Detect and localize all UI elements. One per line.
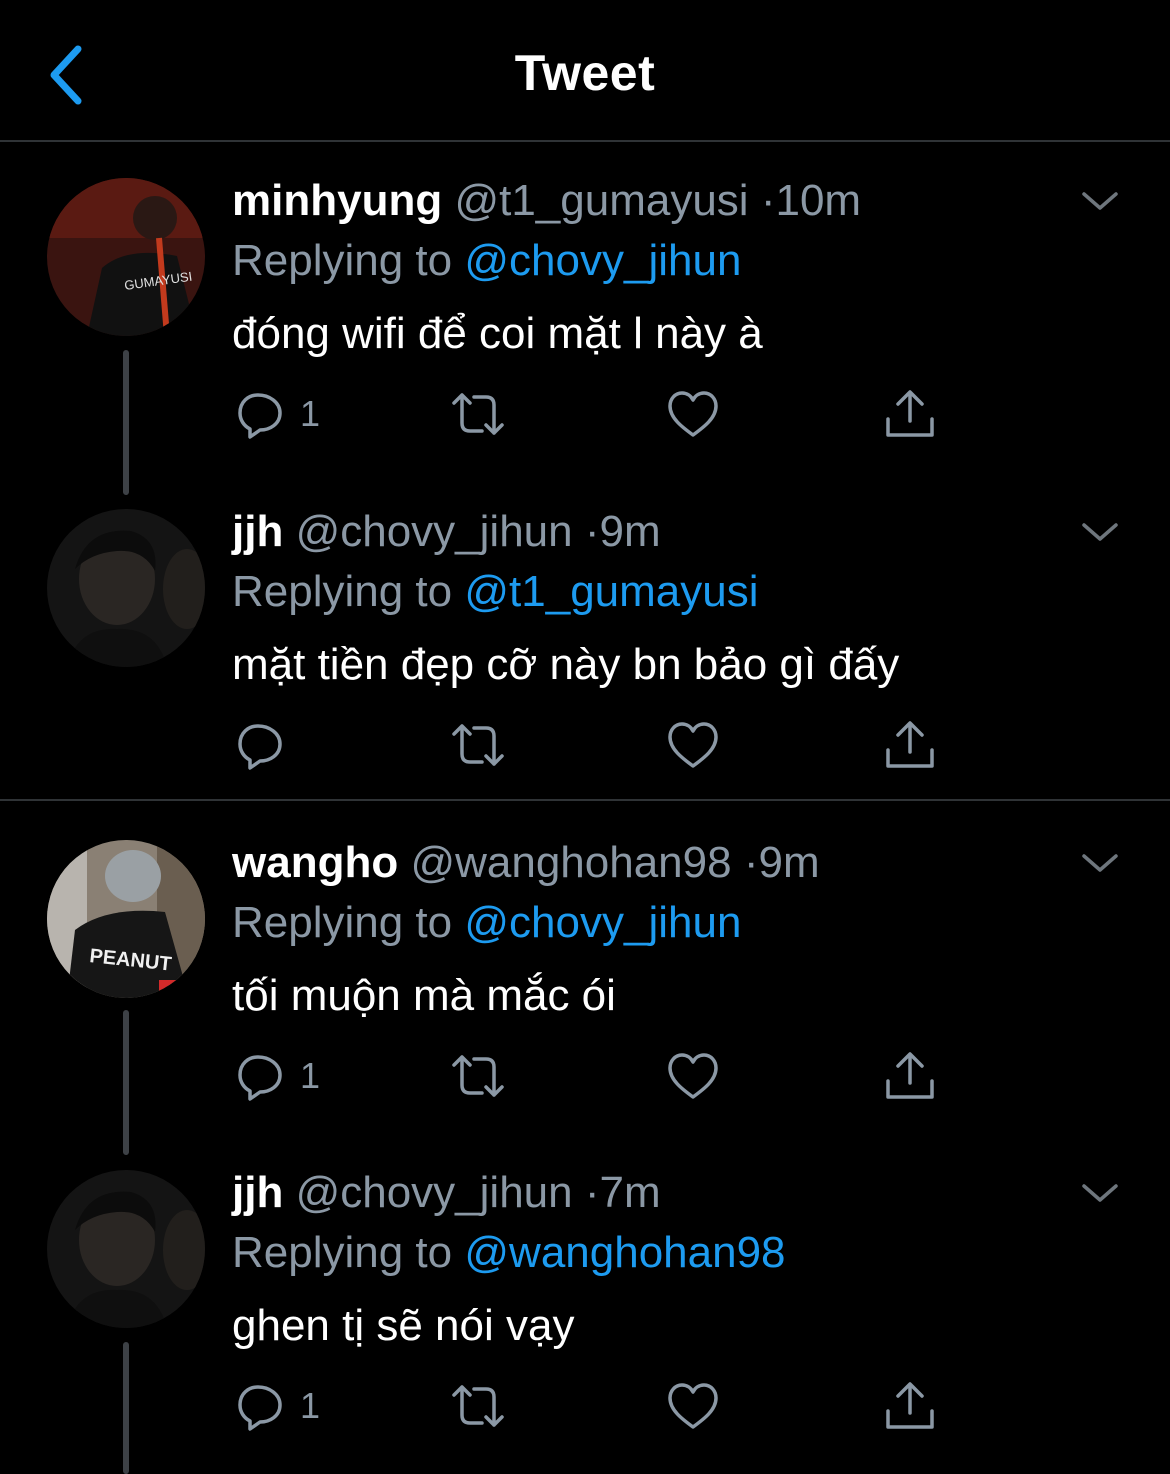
replying-to-label: Replying to: [232, 1228, 453, 1277]
mention-link[interactable]: @t1_gumayusi: [464, 567, 758, 616]
replying-to: Replying to @chovy_jihun: [232, 236, 741, 286]
display-name[interactable]: jjh: [232, 1168, 283, 1217]
more-options-button[interactable]: [1080, 848, 1130, 884]
retweet-button[interactable]: [448, 386, 508, 442]
reply-button[interactable]: 1: [236, 386, 320, 442]
chevron-down-icon: [1082, 1184, 1118, 1202]
share-icon: [886, 390, 934, 437]
avatar[interactable]: GUMAYUSI: [47, 178, 205, 336]
separator-dot: ·: [584, 507, 600, 556]
share-icon: [886, 1382, 934, 1429]
retweet-icon: [452, 1385, 504, 1427]
tweet-text: tối muộn mà mắc ói: [232, 971, 616, 1020]
like-button[interactable]: [666, 386, 720, 442]
chevron-down-icon: [1082, 523, 1118, 541]
retweet-button[interactable]: [448, 717, 508, 773]
like-icon: [668, 722, 718, 768]
avatar[interactable]: PEANUT: [47, 840, 205, 998]
share-button[interactable]: [884, 717, 936, 773]
timestamp: 9m: [758, 838, 820, 887]
thread-divider: [0, 799, 1170, 801]
retweet-icon: [452, 1055, 504, 1097]
avatar[interactable]: [47, 509, 205, 667]
retweet-button[interactable]: [448, 1048, 508, 1104]
display-name[interactable]: minhyung: [232, 176, 442, 225]
more-options-button[interactable]: [1080, 517, 1130, 553]
reply-count: 1: [300, 1385, 321, 1426]
replying-to: Replying to @t1_gumayusi: [232, 567, 759, 617]
mention-link[interactable]: @wanghohan98: [464, 1228, 785, 1277]
display-name[interactable]: jjh: [232, 507, 283, 556]
reply-button[interactable]: 1: [236, 1048, 320, 1104]
retweet-button[interactable]: [448, 1378, 508, 1434]
user-handle[interactable]: @chovy_jihun: [296, 1168, 573, 1217]
replying-to-label: Replying to: [232, 567, 453, 616]
replying-to: Replying to @wanghohan98: [232, 1228, 786, 1278]
share-icon: [886, 721, 934, 768]
timestamp: 10m: [775, 176, 862, 225]
tweet-header: jjh @chovy_jihun ·7m: [232, 1168, 661, 1218]
more-options-button[interactable]: [1080, 1178, 1130, 1214]
more-options-button[interactable]: [1080, 186, 1130, 222]
reply-icon: [238, 724, 282, 770]
user-handle[interactable]: @t1_gumayusi: [454, 176, 748, 225]
tweet-header: wangho @wanghohan98 ·9m: [232, 838, 820, 888]
tweet-header: minhyung @t1_gumayusi ·10m: [232, 176, 861, 226]
share-button[interactable]: [884, 1048, 936, 1104]
share-button[interactable]: [884, 386, 936, 442]
reply-count: 1: [300, 1055, 321, 1096]
tweet-text: đóng wifi để coi mặt l này à: [232, 309, 763, 358]
like-icon: [668, 1053, 718, 1099]
mention-link[interactable]: @chovy_jihun: [464, 236, 741, 285]
retweet-icon: [452, 724, 504, 766]
tweet-text: ghen tị sẽ nói vạy: [232, 1301, 575, 1350]
reply-count: 1: [300, 393, 321, 434]
like-button[interactable]: [666, 1048, 720, 1104]
tweet[interactable]: GUMAYUSI minhyung @t1_gumayusi ·10m Repl…: [0, 176, 1170, 476]
reply-button[interactable]: [236, 717, 300, 773]
replying-to-label: Replying to: [232, 236, 453, 285]
like-icon: [668, 1383, 718, 1429]
tweet-actions: [232, 717, 952, 777]
page-title: Tweet: [514, 45, 656, 101]
tweet-text: mặt tiền đẹp cỡ này bn bảo gì đấy: [232, 640, 900, 689]
timestamp: 7m: [599, 1168, 661, 1217]
separator-dot: ·: [743, 838, 759, 887]
mention-link[interactable]: @chovy_jihun: [464, 898, 741, 947]
chevron-down-icon: [1082, 192, 1118, 210]
user-handle[interactable]: @wanghohan98: [410, 838, 731, 887]
timestamp: 9m: [599, 507, 661, 556]
share-icon: [886, 1052, 934, 1099]
replying-to: Replying to @chovy_jihun: [232, 898, 741, 948]
user-handle[interactable]: @chovy_jihun: [296, 507, 573, 556]
tweet-actions: 1: [232, 386, 952, 446]
reply-icon: [238, 1385, 282, 1431]
tweet-actions: 1: [232, 1378, 952, 1438]
replying-to-label: Replying to: [232, 898, 453, 947]
chevron-down-icon: [1082, 854, 1118, 872]
top-bar: Tweet: [0, 0, 1170, 142]
tweet[interactable]: jjh @chovy_jihun ·9m Replying to @t1_gum…: [0, 507, 1170, 787]
tweet-actions: 1: [232, 1048, 952, 1108]
tweet[interactable]: jjh @chovy_jihun ·7m Replying to @wangho…: [0, 1168, 1170, 1468]
like-icon: [668, 391, 718, 437]
display-name[interactable]: wangho: [232, 838, 398, 887]
separator-dot: ·: [584, 1168, 600, 1217]
reply-icon: [238, 393, 282, 439]
reply-icon: [238, 1055, 282, 1101]
tweet-header: jjh @chovy_jihun ·9m: [232, 507, 661, 557]
retweet-icon: [452, 393, 504, 435]
tweet[interactable]: PEANUT wangho @wanghohan98 ·9m Replying …: [0, 838, 1170, 1138]
separator-dot: ·: [760, 176, 776, 225]
like-button[interactable]: [666, 1378, 720, 1434]
like-button[interactable]: [666, 717, 720, 773]
avatar[interactable]: [47, 1170, 205, 1328]
share-button[interactable]: [884, 1378, 936, 1434]
reply-button[interactable]: 1: [236, 1378, 320, 1434]
